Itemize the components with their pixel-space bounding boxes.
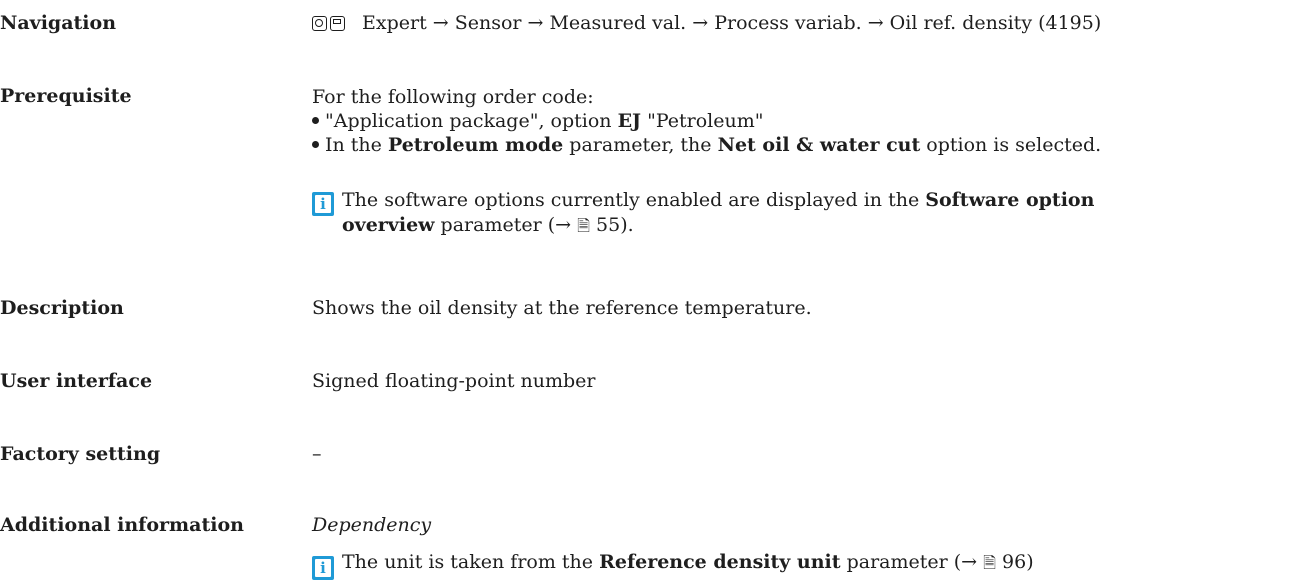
description-label: Description	[0, 297, 124, 319]
bullet-icon	[312, 141, 319, 148]
info-icon: i	[312, 556, 334, 580]
display-icon	[312, 16, 327, 31]
book-icon: 🗎	[983, 553, 996, 572]
prerequisite-content: For the following order code: "Applicati…	[312, 85, 1101, 157]
operating-tool-icon	[330, 16, 345, 31]
factory-setting-label: Factory setting	[0, 443, 161, 465]
page-reference-link[interactable]: 96	[1002, 551, 1026, 573]
navigation-value: Expert → Sensor → Measured val. → Proces…	[312, 12, 1101, 36]
prerequisite-label: Prerequisite	[0, 85, 132, 107]
info-icon: i	[312, 192, 334, 216]
page-reference-link[interactable]: 55	[596, 214, 620, 236]
user-interface-value: Signed floating-point number	[312, 370, 596, 392]
navigation-icons	[312, 14, 348, 36]
book-icon: 🗎	[577, 216, 590, 235]
dependency-subheading: Dependency	[312, 514, 432, 536]
description-value: Shows the oil density at the reference t…	[312, 297, 812, 319]
navigation-label: Navigation	[0, 12, 117, 34]
user-interface-label: User interface	[0, 370, 153, 392]
factory-setting-value: –	[312, 443, 322, 465]
list-item: In the Petroleum mode parameter, the Net…	[312, 133, 1101, 157]
list-item: "Application package", option EJ "Petrol…	[312, 109, 1101, 133]
additional-information-label: Additional information	[0, 514, 244, 536]
bullet-icon	[312, 117, 319, 124]
prerequisite-intro: For the following order code:	[312, 86, 594, 108]
navigation-path: Expert → Sensor → Measured val. → Proces…	[362, 12, 1102, 34]
